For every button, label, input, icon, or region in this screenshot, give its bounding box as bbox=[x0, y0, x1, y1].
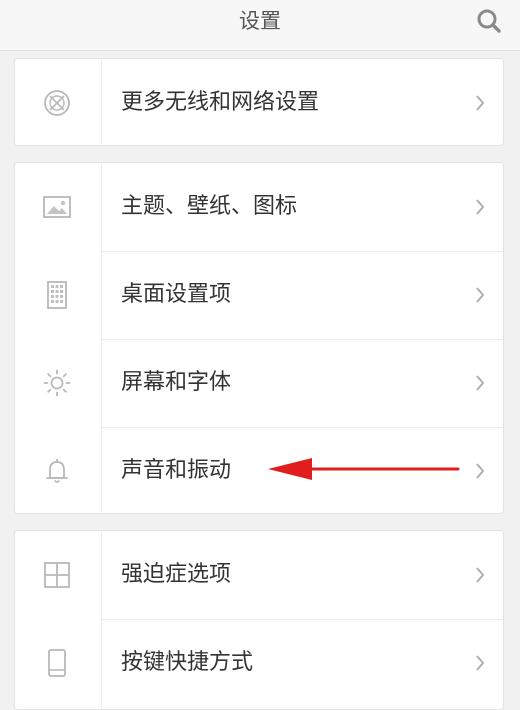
row-icon-wrap bbox=[41, 89, 73, 117]
chevron-right-icon bbox=[476, 199, 485, 215]
image-icon bbox=[43, 196, 71, 218]
row-icon-wrap bbox=[41, 369, 73, 397]
row-icon-wrap bbox=[41, 193, 73, 221]
search-icon bbox=[477, 9, 501, 33]
chevron-right-icon bbox=[476, 95, 485, 111]
app-header: 设置 bbox=[0, 0, 520, 51]
chevron-right-icon bbox=[476, 655, 485, 671]
settings-item-theme-wallpaper[interactable]: 主题、壁纸、图标 bbox=[15, 163, 503, 251]
page-title: 设置 bbox=[239, 9, 281, 33]
chevron-right-icon bbox=[476, 567, 485, 583]
red-arrow-annotation bbox=[268, 458, 460, 480]
phone-icon bbox=[48, 649, 66, 677]
settings-item-label: 强迫症选项 bbox=[121, 562, 232, 587]
settings-item-key-shortcuts[interactable]: 按键快捷方式 bbox=[15, 619, 503, 707]
row-icon-wrap bbox=[41, 457, 73, 485]
settings-item-label: 桌面设置项 bbox=[121, 282, 232, 307]
settings-group-network: 更多无线和网络设置 bbox=[14, 58, 504, 146]
four-squares-icon bbox=[44, 562, 70, 588]
settings-item-more-wireless[interactable]: 更多无线和网络设置 bbox=[15, 59, 503, 145]
search-button[interactable] bbox=[474, 6, 504, 36]
settings-item-label: 更多无线和网络设置 bbox=[121, 90, 320, 115]
network-icon bbox=[44, 90, 70, 116]
settings-group-advanced: 强迫症选项 按键快捷方式 bbox=[14, 530, 504, 710]
settings-item-screen-font[interactable]: 屏幕和字体 bbox=[15, 339, 503, 427]
bell-icon bbox=[46, 458, 68, 483]
chevron-right-icon bbox=[476, 375, 485, 391]
settings-item-label: 按键快捷方式 bbox=[121, 650, 254, 675]
settings-item-label: 主题、壁纸、图标 bbox=[121, 194, 298, 219]
row-icon-wrap bbox=[41, 561, 73, 589]
settings-item-label: 屏幕和字体 bbox=[121, 370, 232, 395]
settings-item-desktop[interactable]: 桌面设置项 bbox=[15, 251, 503, 339]
brightness-icon bbox=[43, 369, 71, 397]
row-icon-wrap bbox=[41, 281, 73, 309]
grid-dots-icon bbox=[47, 281, 67, 309]
chevron-right-icon bbox=[476, 463, 485, 479]
settings-item-label: 声音和振动 bbox=[121, 458, 232, 483]
settings-item-ocd-options[interactable]: 强迫症选项 bbox=[15, 531, 503, 619]
row-icon-wrap bbox=[41, 649, 73, 677]
chevron-right-icon bbox=[476, 287, 485, 303]
